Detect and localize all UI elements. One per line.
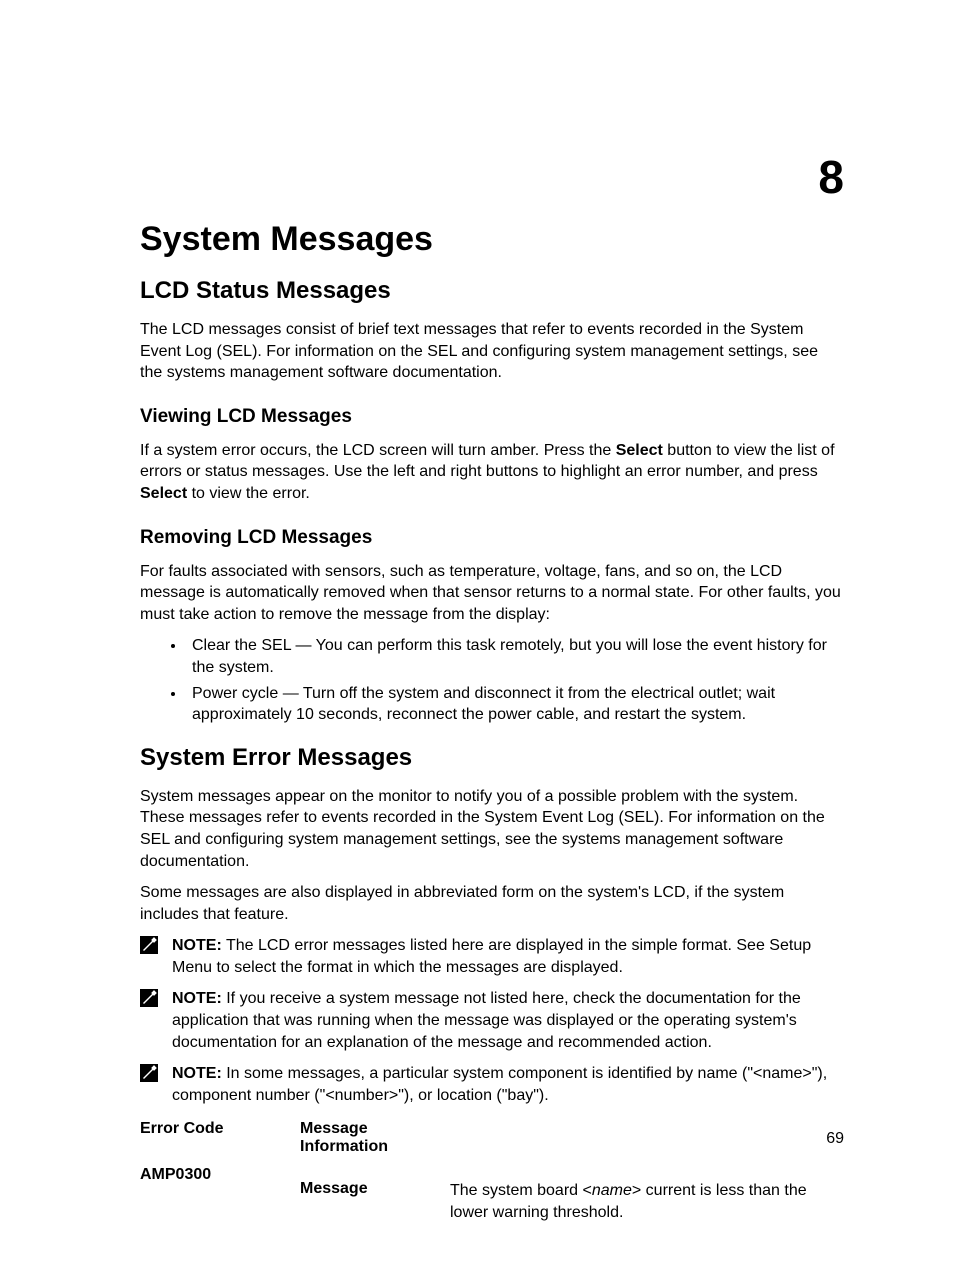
note-text: NOTE: The LCD error messages listed here…	[172, 935, 844, 978]
section-heading-lcd-status: LCD Status Messages	[140, 277, 844, 305]
list-item: Power cycle — Turn off the system and di…	[186, 683, 844, 726]
message-text-cell: The system board <name> current is less …	[450, 1166, 844, 1223]
note-icon	[140, 936, 158, 954]
table-header-row: Error Code Message Information	[140, 1120, 844, 1156]
table-header-message-info: Message Information	[300, 1120, 450, 1156]
note-block: NOTE: The LCD error messages listed here…	[140, 935, 844, 978]
removing-lcd-paragraph: For faults associated with sensors, such…	[140, 561, 844, 626]
removing-lcd-list: Clear the SEL — You can perform this tas…	[140, 635, 844, 725]
error-code-cell: AMP0300	[140, 1166, 300, 1223]
table-header-error-code: Error Code	[140, 1120, 300, 1156]
note-block: NOTE: If you receive a system message no…	[140, 988, 844, 1053]
note-block: NOTE: In some messages, a particular sys…	[140, 1063, 844, 1106]
note-text: NOTE: In some messages, a particular sys…	[172, 1063, 844, 1106]
message-label-cell: Message	[300, 1166, 450, 1223]
subheading-removing-lcd: Removing LCD Messages	[140, 527, 844, 549]
page-content: 8 System Messages LCD Status Messages Th…	[0, 0, 954, 1268]
chapter-number: 8	[818, 150, 844, 204]
note-icon	[140, 989, 158, 1007]
viewing-lcd-paragraph: If a system error occurs, the LCD screen…	[140, 440, 844, 505]
lcd-intro-paragraph: The LCD messages consist of brief text m…	[140, 319, 844, 384]
list-item: Clear the SEL — You can perform this tas…	[186, 635, 844, 678]
subheading-viewing-lcd: Viewing LCD Messages	[140, 406, 844, 428]
error-table: Error Code Message Information AMP0300 M…	[140, 1120, 844, 1223]
page-number: 69	[826, 1130, 844, 1148]
note-text: NOTE: If you receive a system message no…	[172, 988, 844, 1053]
system-error-paragraph-1: System messages appear on the monitor to…	[140, 786, 844, 872]
page-title: System Messages	[140, 220, 844, 259]
section-heading-system-error: System Error Messages	[140, 744, 844, 772]
table-row: AMP0300 Message The system board <name> …	[140, 1166, 844, 1223]
system-error-paragraph-2: Some messages are also displayed in abbr…	[140, 882, 844, 925]
note-icon	[140, 1064, 158, 1082]
